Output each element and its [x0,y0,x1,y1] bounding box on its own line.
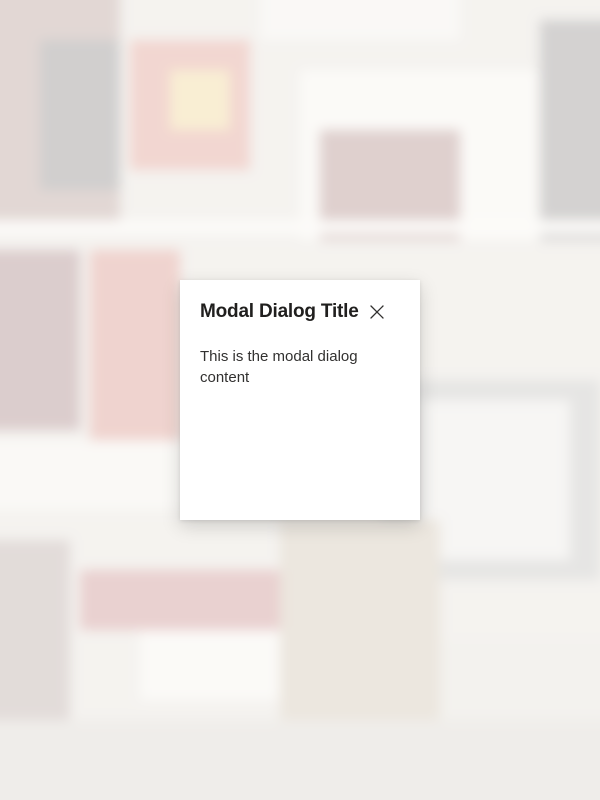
page: Modal Dialog Title This is the modal dia… [0,0,600,800]
close-icon [369,305,384,319]
modal-content: This is the modal dialog content [200,348,358,386]
close-button[interactable] [367,302,387,322]
modal-header: Modal Dialog Title [200,300,400,324]
modal-dialog: Modal Dialog Title This is the modal dia… [180,280,420,520]
modal-title: Modal Dialog Title [200,301,359,322]
